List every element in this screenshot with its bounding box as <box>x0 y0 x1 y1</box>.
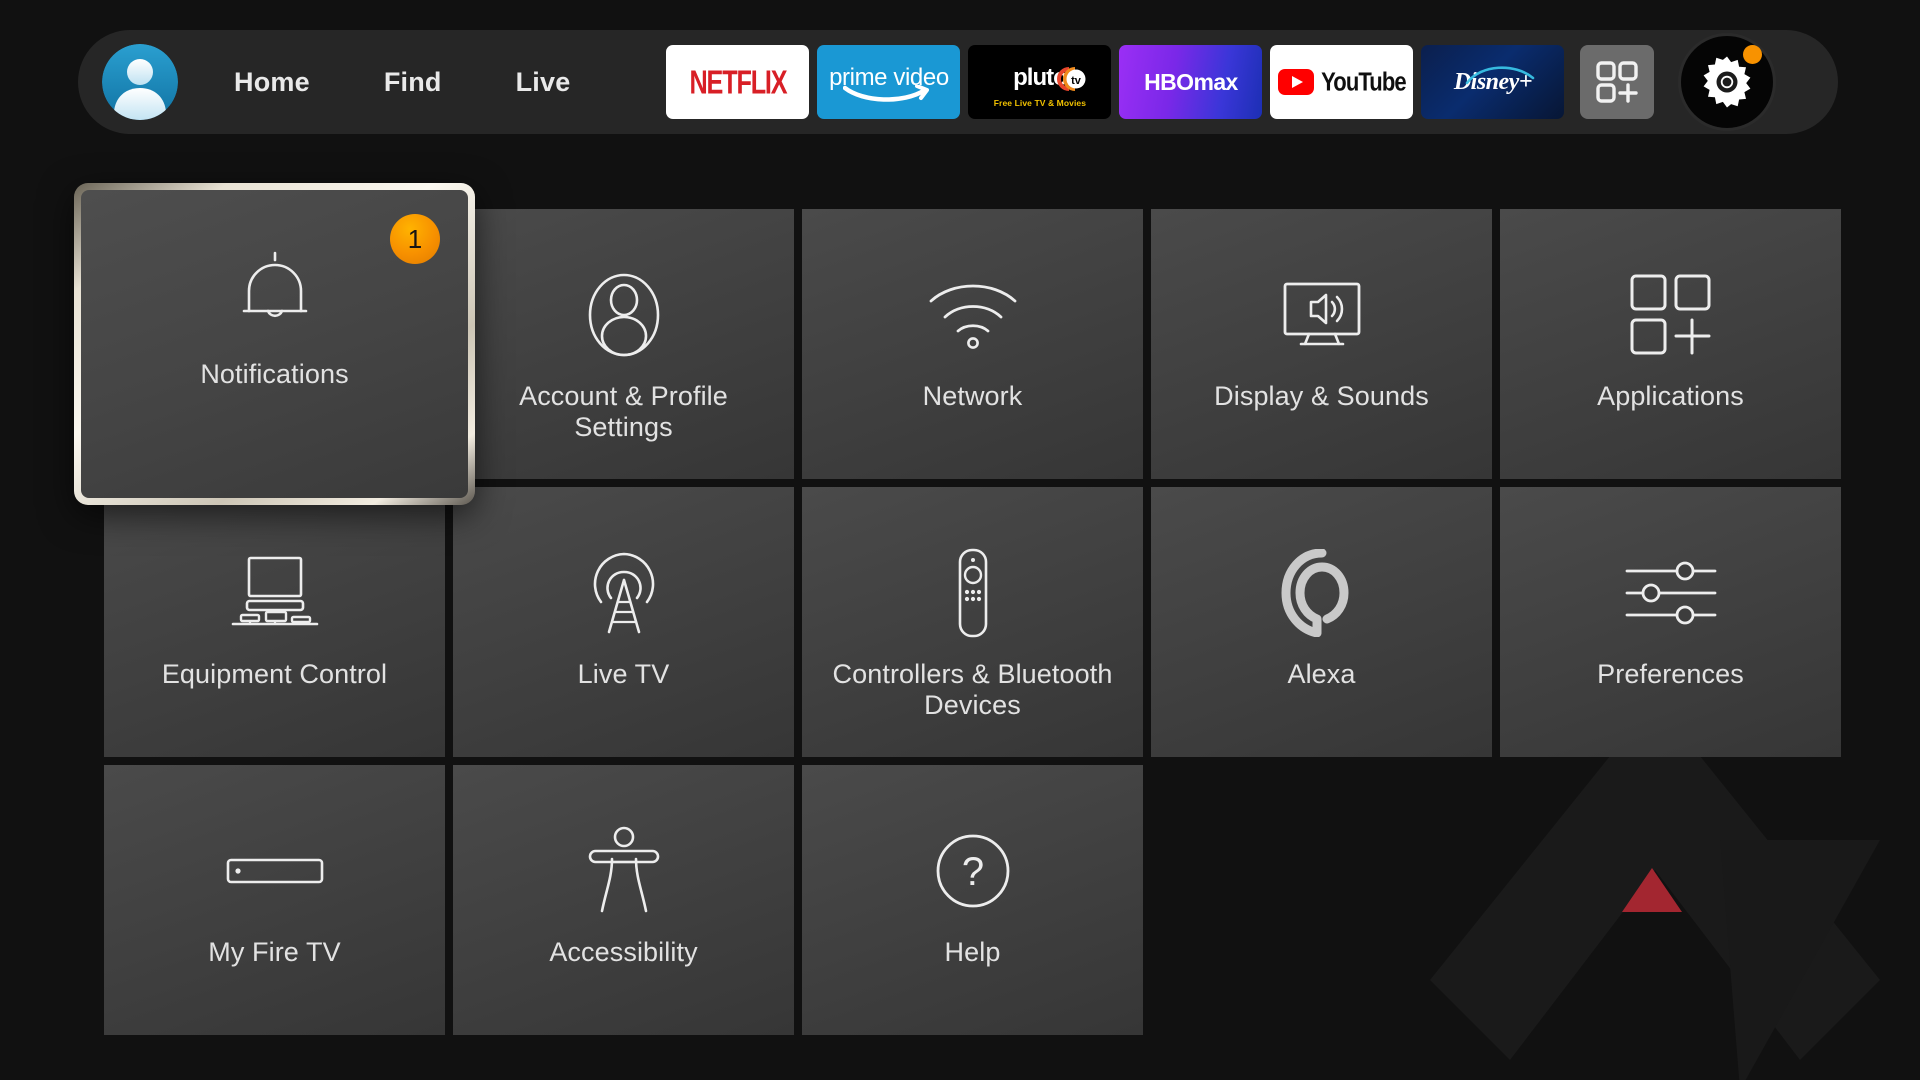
bell-icon <box>235 245 315 333</box>
tile-accessibility[interactable]: Accessibility <box>453 765 794 1035</box>
app-shortcut-pluto-tv[interactable]: pluto tv Free Live TV & Movies <box>968 45 1112 119</box>
disney-arc-icon <box>1466 66 1535 85</box>
youtube-logo: YouTube <box>1321 66 1406 97</box>
netflix-logo: NETFLIX <box>689 62 787 101</box>
app-shortcut-hbo-max[interactable]: HBOmax <box>1119 45 1263 119</box>
nav-item-live[interactable]: Live <box>516 67 571 98</box>
tile-applications[interactable]: Applications <box>1500 209 1841 479</box>
tile-label: Help <box>944 937 1001 967</box>
tile-label: Preferences <box>1597 659 1744 689</box>
tile-label: Controllers & Bluetooth Devices <box>832 659 1113 721</box>
tile-alexa[interactable]: Alexa <box>1151 487 1492 757</box>
pluto-tv-mark-icon: tv <box>1057 67 1086 91</box>
wifi-icon <box>923 271 1023 359</box>
nav-links: Home Find Live <box>234 67 570 98</box>
app-shortcut-prime-video[interactable]: prime video <box>817 45 961 119</box>
tile-label: Applications <box>1597 381 1744 411</box>
fire-tv-settings-screen: Home Find Live NETFLIX prime video pluto <box>0 0 1920 1080</box>
tile-account-profile-settings[interactable]: Account & Profile Settings <box>453 209 794 479</box>
tile-empty-1 <box>1151 765 1492 1035</box>
nav-item-find[interactable]: Find <box>384 67 442 98</box>
amazon-smile-icon <box>843 85 930 102</box>
svg-text:tv: tv <box>1072 75 1083 87</box>
hbo-max-logo: HBOmax <box>1144 68 1238 95</box>
tile-label: Display & Sounds <box>1214 381 1429 411</box>
tv-speaker-icon <box>1275 271 1369 359</box>
notifications-badge: 1 <box>390 214 440 264</box>
tile-label: Live TV <box>577 659 670 689</box>
question-circle-icon: ? <box>933 827 1013 915</box>
person-circle-icon <box>583 271 665 359</box>
nav-item-home[interactable]: Home <box>234 67 310 98</box>
pluto-tagline: Free Live TV & Movies <box>993 98 1087 108</box>
tile-label: Accessibility <box>549 937 698 967</box>
tile-network[interactable]: Network <box>802 209 1143 479</box>
settings-button[interactable] <box>1678 33 1777 131</box>
settings-notification-dot <box>1743 45 1763 64</box>
app-shortcuts: NETFLIX prime video pluto tv Free Live T… <box>666 33 1777 131</box>
tile-label: Account & Profile Settings <box>519 381 728 443</box>
apps-grid-icon <box>1596 61 1639 103</box>
app-shortcut-youtube[interactable]: YouTube <box>1270 45 1414 119</box>
tile-display-sounds[interactable]: Display & Sounds <box>1151 209 1492 479</box>
app-squares-plus-icon <box>1629 271 1713 359</box>
tile-label: Notifications <box>200 359 349 389</box>
tile-label: Alexa <box>1287 659 1356 689</box>
gear-icon <box>1704 56 1751 108</box>
accessibility-person-icon <box>585 826 663 915</box>
tile-preferences[interactable]: Preferences <box>1500 487 1841 757</box>
svg-text:?: ? <box>961 850 983 894</box>
broadcast-tower-icon <box>581 549 667 637</box>
tile-equipment-control[interactable]: Equipment Control <box>104 487 445 757</box>
app-shortcut-disney-plus[interactable]: Disney+ <box>1421 45 1565 119</box>
tile-empty-2 <box>1500 765 1841 1035</box>
tile-help[interactable]: ? Help <box>802 765 1143 1035</box>
tile-label: Network <box>922 381 1023 411</box>
youtube-play-icon <box>1278 69 1315 95</box>
tile-my-fire-tv[interactable]: My Fire TV <box>104 765 445 1035</box>
tile-live-tv[interactable]: Live TV <box>453 487 794 757</box>
tile-label: My Fire TV <box>208 937 341 967</box>
sliders-icon <box>1623 549 1719 637</box>
tile-controllers-bluetooth-devices[interactable]: Controllers & Bluetooth Devices <box>802 487 1143 757</box>
apps-grid-button[interactable] <box>1580 45 1655 119</box>
profile-avatar-icon <box>102 44 178 120</box>
top-navigation-bar: Home Find Live NETFLIX prime video pluto <box>78 30 1838 134</box>
remote-control-icon <box>951 548 995 638</box>
avatar[interactable] <box>102 44 178 120</box>
fire-tv-stick-icon <box>225 827 325 915</box>
app-shortcut-netflix[interactable]: NETFLIX <box>666 45 810 119</box>
tile-notifications[interactable]: 1 Notifications <box>74 183 475 505</box>
tv-stand-icon <box>227 549 323 637</box>
tile-label: Equipment Control <box>161 659 388 689</box>
alexa-ring-icon <box>1281 549 1363 637</box>
